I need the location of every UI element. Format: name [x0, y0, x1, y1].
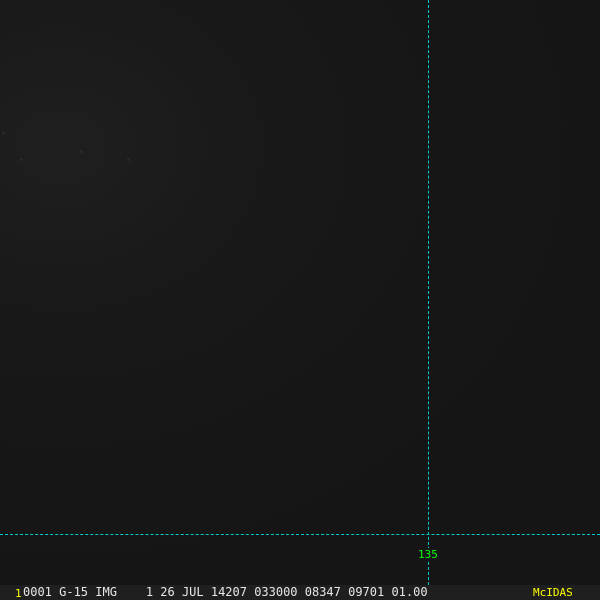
frame-number: 1 — [15, 587, 22, 600]
longitude-gridline — [428, 0, 429, 585]
status-bar: 1 0001 G-15 IMG 1 26 JUL 14207 033000 08… — [0, 585, 600, 600]
longitude-label: 135 — [417, 548, 439, 561]
mcidas-display: 135 1 0001 G-15 IMG 1 26 JUL 14207 03300… — [0, 0, 600, 600]
mcidas-brand: McIDAS — [533, 586, 573, 599]
cloud-speck — [20, 158, 23, 161]
image-info: 0001 G-15 IMG 1 26 JUL 14207 033000 0834… — [23, 585, 428, 599]
cloud-speck — [2, 132, 5, 135]
latitude-gridline — [0, 534, 600, 535]
cloud-speck — [127, 158, 130, 161]
cloud-speck — [80, 150, 83, 153]
satellite-image[interactable] — [0, 0, 600, 585]
